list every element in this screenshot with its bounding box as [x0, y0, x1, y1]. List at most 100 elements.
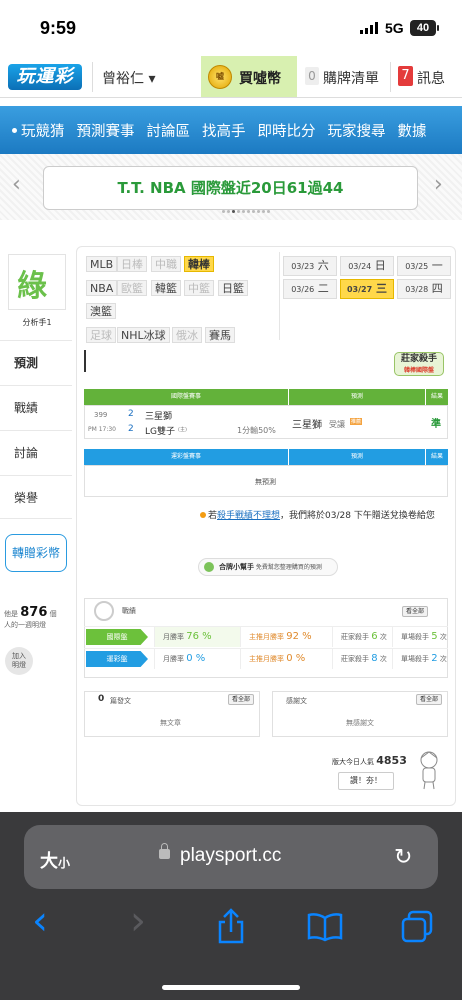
network-label: 5G	[385, 20, 404, 36]
recommend-tag: 推薦	[350, 418, 363, 425]
sport-chip[interactable]: 足球	[86, 327, 116, 343]
guarantee-notice: 若殺手戰績不理想，我們將於03/28 下午贈送兌換卷給您	[200, 508, 435, 521]
posts-view-all-button[interactable]: 看全部	[228, 694, 255, 705]
nav-item-player-search[interactable]: 玩家搜尋	[328, 120, 386, 141]
analyst-label: 分析手1	[22, 318, 52, 327]
killer-badge: 莊家殺手 韓棒國際盤	[394, 352, 444, 376]
away-score: 2	[128, 424, 134, 434]
date-button[interactable]: 03/25 一	[397, 256, 451, 276]
no-prediction-text: 無預測	[255, 478, 276, 486]
header-divider	[92, 62, 93, 92]
thanks-view-all-button[interactable]: 看全部	[416, 694, 443, 705]
single-killer-count: 單場殺手 2 次	[392, 649, 448, 669]
sport-chip[interactable]: 賽馬	[205, 327, 235, 343]
sport-chip[interactable]: 日籃	[218, 280, 248, 296]
away-team: LG雙子	[145, 427, 175, 437]
sport-chip[interactable]: 澳籃	[86, 303, 116, 319]
nav-item-predict[interactable]: 預測賽事	[77, 120, 135, 141]
nav-item-forum[interactable]: 討論區	[147, 120, 191, 141]
intl-header-game: 國際盤賽事	[84, 389, 288, 405]
site-header: 玩運彩 曾裕仁 ▾ 噓 買噓幣 0 購牌清單 7 訊息	[0, 56, 462, 98]
date-button[interactable]: 03/23 六	[283, 256, 337, 276]
posts-count: 0	[98, 694, 105, 704]
home-score: 2	[128, 409, 134, 419]
share-icon[interactable]	[216, 908, 246, 944]
no-thanks-text: 無感謝文	[346, 719, 374, 727]
date-button[interactable]: 03/28 四	[397, 279, 451, 299]
result-mark: 準	[431, 419, 441, 430]
date-button-selected[interactable]: 03/27 三	[340, 279, 394, 299]
site-logo[interactable]: 玩運彩	[8, 64, 82, 90]
sport-chip[interactable]: 中籃	[184, 280, 214, 296]
tabs-icon[interactable]	[400, 910, 434, 944]
clover-icon	[204, 562, 214, 572]
mascot-icon	[420, 751, 438, 790]
address-bar[interactable]: 大小 playsport.cc ↻	[24, 825, 438, 889]
thanks-label: 感謝文	[286, 697, 307, 705]
banner-next-icon[interactable]: ›	[434, 172, 443, 197]
text-size-button[interactable]: 大小	[40, 847, 70, 873]
tab-honor[interactable]: 榮譽	[0, 475, 72, 519]
sport-chip[interactable]: NHL冰球	[117, 327, 170, 343]
buy-coins-button[interactable]: 噓 買噓幣	[201, 56, 297, 97]
bookmarks-icon[interactable]	[307, 912, 343, 942]
tab-predict[interactable]: 預測	[0, 340, 72, 384]
home-team: 三星獅	[145, 412, 173, 422]
reload-icon[interactable]: ↻	[394, 845, 412, 870]
sport-chip[interactable]: 韓籃	[151, 280, 181, 296]
sport-chip[interactable]: NBA	[86, 280, 118, 296]
game-time: PM 17:30	[88, 426, 116, 433]
forward-icon[interactable]: ›	[130, 898, 146, 944]
coin-icon: 噓	[208, 65, 232, 89]
date-button[interactable]: 03/26 二	[283, 279, 337, 299]
bookie-killer-count: 莊家殺手 8 次	[332, 649, 392, 669]
tab-record[interactable]: 戰績	[0, 385, 72, 429]
sport-chip[interactable]: 俄冰	[172, 327, 202, 343]
cart-link[interactable]: 購牌清單	[323, 68, 379, 88]
main-nav: 玩競猜 預測賽事 討論區 找高手 即時比分 玩家搜尋 數據	[0, 106, 462, 154]
buy-coins-label: 買噓幣	[239, 71, 281, 87]
cart-count-badge: 0	[305, 67, 319, 85]
popularity-value: 4853	[376, 754, 407, 767]
avatar[interactable]: 綠	[8, 254, 66, 310]
back-icon[interactable]: ‹	[32, 898, 48, 944]
status-bar: 9:59 5G 40	[0, 0, 462, 56]
battery-icon: 40	[410, 20, 439, 36]
banner-prev-icon[interactable]: ‹	[12, 172, 21, 197]
sport-chip[interactable]: 中職	[151, 256, 181, 272]
date-button[interactable]: 03/24 日	[340, 256, 394, 276]
divider	[279, 252, 280, 340]
url-host: playsport.cc	[180, 845, 282, 866]
sport-chip[interactable]: MLB	[86, 256, 118, 272]
posts-label: 篇發文	[110, 697, 131, 705]
home-indicator	[162, 985, 300, 990]
nav-bullet-icon	[12, 127, 17, 133]
profile-sidebar	[0, 246, 72, 806]
nav-item-experts[interactable]: 找高手	[202, 120, 246, 141]
record-view-all-button[interactable]: 看全部	[402, 606, 429, 617]
signal-icon	[360, 22, 378, 34]
banner-pagination	[222, 210, 270, 213]
header-divider	[390, 62, 391, 92]
messages-link[interactable]: 訊息	[417, 68, 445, 88]
main-monthly-winrate: 主推月勝率 0 %	[240, 649, 332, 669]
like-button[interactable]: 讚！夯！	[338, 772, 394, 790]
follow-button[interactable]: 加入 明燈	[5, 647, 33, 675]
nav-item-livescore[interactable]: 即時比分	[258, 120, 316, 141]
sport-chip[interactable]: 歐籃	[117, 280, 147, 296]
user-menu[interactable]: 曾裕仁 ▾	[102, 68, 155, 88]
sport-chip[interactable]: 韓棒	[184, 256, 214, 272]
monthly-winrate: 月勝率 0 %	[154, 649, 240, 669]
game-number: 399	[94, 411, 108, 419]
lottery-header-game: 運彩盤賽事	[84, 449, 288, 465]
transfer-coins-button[interactable]: 轉贈彩幣	[5, 534, 67, 572]
avatar-glyph: 綠	[17, 269, 47, 304]
promo-banner[interactable]: T.T. NBA 國際盤近20日61過44	[43, 166, 418, 210]
home-tag: (主)	[178, 427, 187, 433]
nav-item-data[interactable]: 數據	[398, 120, 427, 141]
tab-discuss[interactable]: 討論	[0, 430, 72, 474]
nav-item-play[interactable]: 玩競猜	[21, 120, 65, 141]
sport-chip[interactable]: 日棒	[117, 256, 147, 272]
combo-helper-button[interactable]: 合牌小幫手 免費幫您整理購買的預測	[198, 558, 338, 576]
guarantee-link[interactable]: 殺手戰績不理想	[217, 511, 280, 521]
